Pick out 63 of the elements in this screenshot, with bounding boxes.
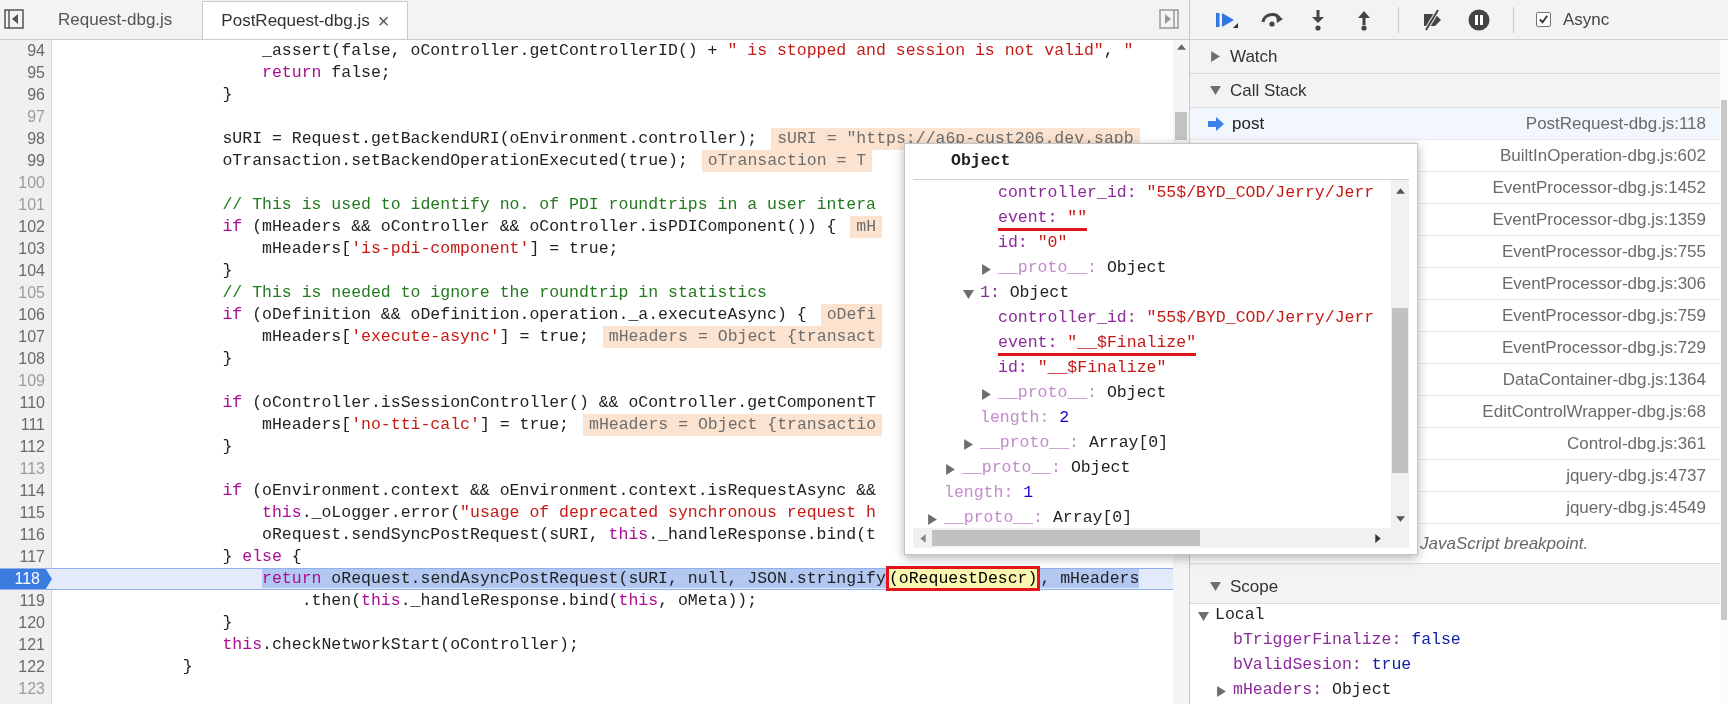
- property-text: bTriggerFinalize: false: [1233, 630, 1461, 651]
- property-text: event: "__$Finalize": [998, 333, 1197, 356]
- property-text: __proto__: Object: [962, 458, 1131, 479]
- inline-value: mHeaders = Object {transactio: [583, 414, 883, 436]
- code-line: this.checkNetworkStart(oController);: [221, 633, 579, 656]
- property-text: __proto__: Object: [998, 258, 1167, 279]
- code-line: if (oDefinition && oDefinition.operation._a.executeAsync) {: [221, 303, 807, 326]
- code-line: oRequest.sendSyncPostRequest(sURI, this._handleResponse.bind(t: [261, 523, 876, 546]
- file-location: BuiltInOperation-dbg.js:602: [1499, 144, 1706, 167]
- property-text: mHeaders: Object: [1233, 680, 1392, 701]
- checkbox-label: Async: [1563, 8, 1610, 31]
- file-location: EventProcessor-dbg.js:755: [1501, 240, 1706, 263]
- code-line: if (oEnvironment.context && oEnvironment.context.isRequestAsync &&: [221, 479, 876, 502]
- code-line: _assert(false, oController.getControllerID() + " is stopped and session is not valid", ": [261, 39, 1134, 62]
- property-text: id: "__$Finalize": [998, 358, 1167, 379]
- code-line: }: [181, 655, 193, 678]
- property-text: length: 1: [944, 483, 1034, 504]
- code-line: if (mHeaders && oController && oController.isPDIComponent()) {: [221, 215, 837, 238]
- file-location: EventProcessor-dbg.js:729: [1501, 336, 1706, 359]
- file-location: DataContainer-dbg.js:1364: [1502, 368, 1706, 391]
- file-location: EditControlWrapper-dbg.js:68: [1482, 400, 1706, 423]
- property-text: bValidSesion: true: [1233, 655, 1412, 676]
- property-text: Local: [1215, 605, 1265, 626]
- code-line: mHeaders['is-pdi-component'] = true;: [261, 237, 619, 260]
- file-location: EventProcessor-dbg.js:1359: [1492, 208, 1706, 231]
- file-location: Control-dbg.js:361: [1567, 432, 1706, 455]
- file-location: EventProcessor-dbg.js:306: [1501, 272, 1706, 295]
- code-line: // This is needed to ignore the roundtrip in statistics: [221, 281, 767, 304]
- property-text: length: 2: [980, 408, 1070, 429]
- code-line: mHeaders['no-tti-calc'] = true;: [261, 413, 569, 436]
- code-line: oTransaction.setBackendOperationExecuted(true);: [221, 149, 688, 172]
- inline-value: oTransaction = T: [701, 150, 873, 172]
- pause-message: JavaScript breakpoint.: [1420, 532, 1589, 555]
- code-line: }: [221, 611, 233, 634]
- property-text: 1: Object: [980, 283, 1070, 304]
- popover-title: Object: [951, 150, 1011, 173]
- code-line: }: [221, 259, 233, 282]
- code-line: return false;: [261, 61, 391, 84]
- code-line: sURI = Request.getBackendURI(oEnvironment.controller);: [221, 127, 758, 150]
- code-line: }: [221, 83, 233, 106]
- code-line: } else {: [221, 545, 302, 568]
- file-location: jquery-dbg.js:4737: [1566, 464, 1706, 487]
- code-line: mHeaders['execute-async'] = true;: [261, 325, 589, 348]
- property-text: __proto__: Array[0]: [944, 508, 1133, 529]
- code-line: // This is used to identify no. of PDI roundtrips in a user intera: [221, 193, 876, 216]
- property-text: id: "0": [998, 233, 1068, 254]
- inline-value: mH: [850, 216, 883, 238]
- property-text: __proto__: Array[0]: [980, 433, 1169, 454]
- code-line: .then(this._handleResponse.bind(this, oMeta));: [300, 589, 758, 612]
- file-location: EventProcessor-dbg.js:759: [1501, 304, 1706, 327]
- code-line: this._oLogger.error("usage of deprecated synchronous request h: [261, 501, 876, 524]
- code-line: }: [221, 347, 233, 370]
- file-location: PostRequest-dbg.js:118: [1525, 112, 1706, 135]
- file-location: jquery-dbg.js:4549: [1566, 496, 1706, 519]
- code-line: return oRequest.sendAsyncPostRequest(sURI, null, JSON.stringify (oRequestDescr) , mHeaders: [64, 566, 1140, 592]
- function-name: post: [1232, 112, 1265, 135]
- file-location: EventProcessor-dbg.js:1452: [1492, 176, 1706, 199]
- code-line: }: [221, 435, 233, 458]
- inline-value: oDefi: [820, 304, 883, 326]
- property-text: __proto__: Object: [998, 383, 1167, 404]
- property-text: event: "": [998, 208, 1088, 231]
- code-line: if (oController.isSessionController() && oController.getComponentT: [221, 391, 876, 414]
- inline-value: mHeaders = Object {transact: [602, 326, 883, 348]
